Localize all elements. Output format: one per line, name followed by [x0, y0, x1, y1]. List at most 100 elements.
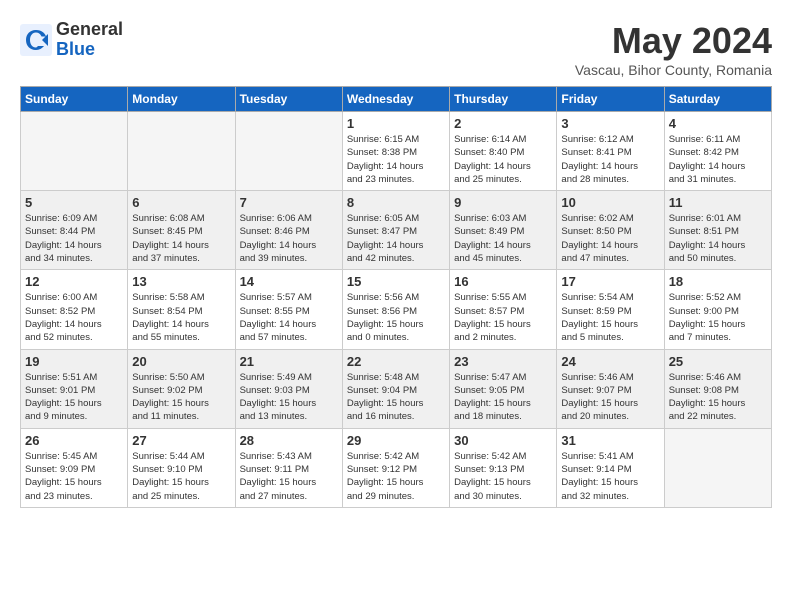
- calendar-day-cell: 13 Sunrise: 5:58 AM Sunset: 8:54 PM Dayli…: [128, 270, 235, 349]
- day-number: 13: [132, 274, 230, 289]
- day-info: Sunrise: 5:54 AM Sunset: 8:59 PM Dayligh…: [561, 291, 659, 344]
- day-number: 23: [454, 354, 552, 369]
- calendar-day-cell: 15Sunrise: 5:56 AM Sunset: 8:56 PM Dayli…: [342, 270, 449, 349]
- calendar-week-row: 1 Sunrise: 6:15 AM Sunset: 8:38 PM Daylig…: [21, 112, 772, 191]
- day-number: 25: [669, 354, 767, 369]
- calendar-day-cell: 14 Sunrise: 5:57 AM Sunset: 8:55 PM Dayli…: [235, 270, 342, 349]
- day-info: Sunrise: 5:58 AM Sunset: 8:54 PM Dayligh…: [132, 291, 230, 344]
- day-info: Sunrise: 5:44 AM Sunset: 9:10 PM Dayligh…: [132, 450, 230, 503]
- location-subtitle: Vascau, Bihor County, Romania: [575, 62, 772, 78]
- day-number: 29: [347, 433, 445, 448]
- day-info: Sunrise: 6:15 AM Sunset: 8:38 PM Dayligh…: [347, 133, 445, 186]
- calendar-day-cell: 19 Sunrise: 5:51 AM Sunset: 9:01 PM Dayli…: [21, 349, 128, 428]
- calendar-day-cell: [664, 428, 771, 507]
- month-title: May 2024: [575, 20, 772, 62]
- day-number: 27: [132, 433, 230, 448]
- logo-blue: Blue: [56, 40, 123, 60]
- day-number: 8: [347, 195, 445, 210]
- day-number: 2: [454, 116, 552, 131]
- day-info: Sunrise: 5:57 AM Sunset: 8:55 PM Dayligh…: [240, 291, 338, 344]
- logo-text: General Blue: [56, 20, 123, 60]
- calendar-day-cell: 26 Sunrise: 5:45 AM Sunset: 9:09 PM Dayli…: [21, 428, 128, 507]
- calendar-day-cell: 29 Sunrise: 5:42 AM Sunset: 9:12 PM Dayli…: [342, 428, 449, 507]
- calendar-day-cell: 6 Sunrise: 6:08 AM Sunset: 8:45 PM Daylig…: [128, 191, 235, 270]
- day-info: Sunrise: 6:03 AM Sunset: 8:49 PM Dayligh…: [454, 212, 552, 265]
- calendar-day-cell: 24 Sunrise: 5:46 AM Sunset: 9:07 PM Dayli…: [557, 349, 664, 428]
- day-number: 17: [561, 274, 659, 289]
- day-info: Sunrise: 6:02 AM Sunset: 8:50 PM Dayligh…: [561, 212, 659, 265]
- calendar-day-cell: 27 Sunrise: 5:44 AM Sunset: 9:10 PM Dayli…: [128, 428, 235, 507]
- day-number: 11: [669, 195, 767, 210]
- day-number: 7: [240, 195, 338, 210]
- day-number: 18: [669, 274, 767, 289]
- day-number: 5: [25, 195, 123, 210]
- weekday-header-row: SundayMondayTuesdayWednesdayThursdayFrid…: [21, 87, 772, 112]
- calendar-day-cell: 21Sunrise: 5:49 AM Sunset: 9:03 PM Dayli…: [235, 349, 342, 428]
- day-number: 6: [132, 195, 230, 210]
- weekday-header-saturday: Saturday: [664, 87, 771, 112]
- day-info: Sunrise: 5:43 AM Sunset: 9:11 PM Dayligh…: [240, 450, 338, 503]
- logo: General Blue: [20, 20, 123, 60]
- calendar-week-row: 26 Sunrise: 5:45 AM Sunset: 9:09 PM Dayli…: [21, 428, 772, 507]
- day-info: Sunrise: 6:00 AM Sunset: 8:52 PM Dayligh…: [25, 291, 123, 344]
- calendar-day-cell: 23 Sunrise: 5:47 AM Sunset: 9:05 PM Dayli…: [450, 349, 557, 428]
- day-info: Sunrise: 6:08 AM Sunset: 8:45 PM Dayligh…: [132, 212, 230, 265]
- calendar-day-cell: 25 Sunrise: 5:46 AM Sunset: 9:08 PM Dayli…: [664, 349, 771, 428]
- calendar-day-cell: 5 Sunrise: 6:09 AM Sunset: 8:44 PM Daylig…: [21, 191, 128, 270]
- day-info: Sunrise: 6:05 AM Sunset: 8:47 PM Dayligh…: [347, 212, 445, 265]
- day-number: 1: [347, 116, 445, 131]
- calendar-day-cell: 28Sunrise: 5:43 AM Sunset: 9:11 PM Dayli…: [235, 428, 342, 507]
- day-info: Sunrise: 5:52 AM Sunset: 9:00 PM Dayligh…: [669, 291, 767, 344]
- day-info: Sunrise: 5:46 AM Sunset: 9:08 PM Dayligh…: [669, 371, 767, 424]
- day-number: 4: [669, 116, 767, 131]
- calendar-day-cell: 8 Sunrise: 6:05 AM Sunset: 8:47 PM Daylig…: [342, 191, 449, 270]
- day-info: Sunrise: 6:09 AM Sunset: 8:44 PM Dayligh…: [25, 212, 123, 265]
- day-number: 20: [132, 354, 230, 369]
- logo-general: General: [56, 20, 123, 40]
- logo-icon: [20, 24, 52, 56]
- day-info: Sunrise: 5:56 AM Sunset: 8:56 PM Dayligh…: [347, 291, 445, 344]
- weekday-header-thursday: Thursday: [450, 87, 557, 112]
- day-info: Sunrise: 5:41 AM Sunset: 9:14 PM Dayligh…: [561, 450, 659, 503]
- day-info: Sunrise: 5:48 AM Sunset: 9:04 PM Dayligh…: [347, 371, 445, 424]
- calendar-day-cell: 17 Sunrise: 5:54 AM Sunset: 8:59 PM Dayli…: [557, 270, 664, 349]
- day-number: 14: [240, 274, 338, 289]
- day-number: 24: [561, 354, 659, 369]
- day-number: 26: [25, 433, 123, 448]
- calendar-day-cell: 22Sunrise: 5:48 AM Sunset: 9:04 PM Dayli…: [342, 349, 449, 428]
- calendar-day-cell: 3 Sunrise: 6:12 AM Sunset: 8:41 PM Daylig…: [557, 112, 664, 191]
- day-number: 30: [454, 433, 552, 448]
- calendar-day-cell: [235, 112, 342, 191]
- day-info: Sunrise: 6:12 AM Sunset: 8:41 PM Dayligh…: [561, 133, 659, 186]
- page-header: General Blue May 2024 Vascau, Bihor Coun…: [20, 20, 772, 78]
- day-number: 10: [561, 195, 659, 210]
- day-info: Sunrise: 5:51 AM Sunset: 9:01 PM Dayligh…: [25, 371, 123, 424]
- weekday-header-wednesday: Wednesday: [342, 87, 449, 112]
- day-number: 12: [25, 274, 123, 289]
- day-info: Sunrise: 5:42 AM Sunset: 9:13 PM Dayligh…: [454, 450, 552, 503]
- day-number: 9: [454, 195, 552, 210]
- calendar-day-cell: 20Sunrise: 5:50 AM Sunset: 9:02 PM Dayli…: [128, 349, 235, 428]
- day-number: 19: [25, 354, 123, 369]
- day-info: Sunrise: 5:46 AM Sunset: 9:07 PM Dayligh…: [561, 371, 659, 424]
- calendar-day-cell: 7 Sunrise: 6:06 AM Sunset: 8:46 PM Daylig…: [235, 191, 342, 270]
- calendar-day-cell: 9 Sunrise: 6:03 AM Sunset: 8:49 PM Daylig…: [450, 191, 557, 270]
- day-info: Sunrise: 5:47 AM Sunset: 9:05 PM Dayligh…: [454, 371, 552, 424]
- day-info: Sunrise: 5:45 AM Sunset: 9:09 PM Dayligh…: [25, 450, 123, 503]
- calendar-day-cell: 31Sunrise: 5:41 AM Sunset: 9:14 PM Dayli…: [557, 428, 664, 507]
- calendar-day-cell: 18 Sunrise: 5:52 AM Sunset: 9:00 PM Dayli…: [664, 270, 771, 349]
- calendar-day-cell: 30 Sunrise: 5:42 AM Sunset: 9:13 PM Dayli…: [450, 428, 557, 507]
- calendar-table: SundayMondayTuesdayWednesdayThursdayFrid…: [20, 86, 772, 508]
- weekday-header-sunday: Sunday: [21, 87, 128, 112]
- day-info: Sunrise: 5:42 AM Sunset: 9:12 PM Dayligh…: [347, 450, 445, 503]
- day-number: 3: [561, 116, 659, 131]
- calendar-day-cell: 11Sunrise: 6:01 AM Sunset: 8:51 PM Dayli…: [664, 191, 771, 270]
- calendar-day-cell: 4 Sunrise: 6:11 AM Sunset: 8:42 PM Daylig…: [664, 112, 771, 191]
- day-info: Sunrise: 6:11 AM Sunset: 8:42 PM Dayligh…: [669, 133, 767, 186]
- day-number: 16: [454, 274, 552, 289]
- weekday-header-tuesday: Tuesday: [235, 87, 342, 112]
- calendar-day-cell: [128, 112, 235, 191]
- weekday-header-monday: Monday: [128, 87, 235, 112]
- calendar-day-cell: 16Sunrise: 5:55 AM Sunset: 8:57 PM Dayli…: [450, 270, 557, 349]
- day-info: Sunrise: 6:06 AM Sunset: 8:46 PM Dayligh…: [240, 212, 338, 265]
